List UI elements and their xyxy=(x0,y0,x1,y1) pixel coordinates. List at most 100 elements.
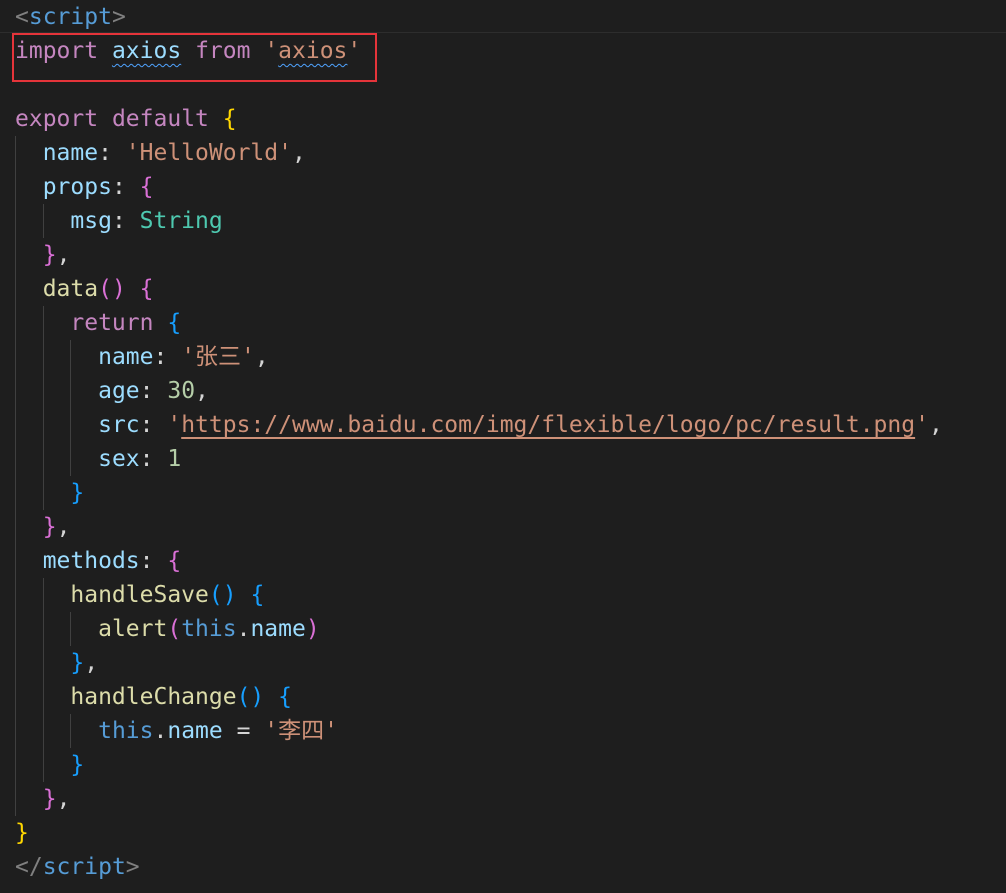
code-token: < xyxy=(15,4,29,30)
code-token: . xyxy=(153,718,168,744)
code-token: props xyxy=(42,174,112,200)
code-token: name xyxy=(42,140,99,166)
code-token: default xyxy=(111,106,209,132)
code-token: { xyxy=(167,310,182,336)
code-line[interactable]: </script> xyxy=(0,850,1006,884)
code-token: 30 xyxy=(167,378,196,404)
code-line[interactable]: msg: String xyxy=(0,204,1006,238)
code-line[interactable]: return { xyxy=(0,306,1006,340)
code-token: msg xyxy=(70,208,112,234)
code-token: name xyxy=(98,344,154,370)
code-line[interactable]: name: '张三', xyxy=(0,340,1006,374)
code-line[interactable]: } xyxy=(0,748,1006,782)
code-token: () xyxy=(98,276,126,302)
code-line[interactable]: handleChange() { xyxy=(0,680,1006,714)
code-line[interactable]: methods: { xyxy=(0,544,1006,578)
code-token: { xyxy=(250,582,265,608)
code-token: } xyxy=(70,480,85,506)
code-token: } xyxy=(42,514,57,540)
code-line[interactable]: sex: 1 xyxy=(0,442,1006,476)
code-token: { xyxy=(139,276,154,302)
code-token: { xyxy=(167,548,182,574)
code-line[interactable]: }, xyxy=(0,238,1006,272)
code-line[interactable]: <script> xyxy=(0,0,1006,34)
code-token: '李四' xyxy=(264,718,338,744)
code-token: 1 xyxy=(167,446,182,472)
code-token: sex xyxy=(98,446,140,472)
code-token: '张三' xyxy=(181,344,255,370)
code-token: , xyxy=(84,650,99,676)
code-line[interactable]: export default { xyxy=(0,102,1006,136)
code-token: this xyxy=(181,616,237,642)
code-token: script xyxy=(28,4,112,30)
code-line[interactable]: age: 30, xyxy=(0,374,1006,408)
code-token: age xyxy=(98,378,140,404)
code-token: { xyxy=(139,174,154,200)
code-token: > xyxy=(111,4,126,30)
code-token: : xyxy=(139,378,168,404)
code-token: : xyxy=(139,412,168,438)
code-token: </ xyxy=(15,854,43,880)
code-token: String xyxy=(139,208,223,234)
code-token: > xyxy=(125,854,140,880)
code-line[interactable]: } xyxy=(0,816,1006,850)
code-line[interactable]: src: 'https://www.baidu.com/img/flexible… xyxy=(0,408,1006,442)
code-token: ' xyxy=(167,412,182,438)
code-token: export xyxy=(15,106,99,132)
code-token: src xyxy=(98,412,140,438)
code-token: alert xyxy=(98,616,168,642)
code-token: script xyxy=(42,854,126,880)
code-token: () xyxy=(236,684,265,710)
code-token: ' xyxy=(915,412,929,438)
code-token: : xyxy=(111,174,140,200)
code-token: name xyxy=(167,718,223,744)
code-token: } xyxy=(42,242,57,268)
code-token: : xyxy=(98,140,126,166)
code-line[interactable]: props: { xyxy=(0,170,1006,204)
code-token: . xyxy=(236,616,251,642)
code-line[interactable]: } xyxy=(0,476,1006,510)
code-line[interactable]: alert(this.name) xyxy=(0,612,1006,646)
code-token: = xyxy=(222,718,265,744)
import-highlight-box xyxy=(12,33,377,82)
code-token: : xyxy=(111,208,140,234)
code-token: ( xyxy=(167,616,182,642)
code-token: methods xyxy=(42,548,140,574)
code-line[interactable]: this.name = '李四' xyxy=(0,714,1006,748)
code-line[interactable]: handleSave() { xyxy=(0,578,1006,612)
code-line[interactable]: data() { xyxy=(0,272,1006,306)
code-line[interactable]: }, xyxy=(0,782,1006,816)
code-line[interactable]: }, xyxy=(0,646,1006,680)
code-token: , xyxy=(56,786,71,812)
code-token: return xyxy=(70,310,154,336)
code-token: : xyxy=(139,548,168,574)
code-token: , xyxy=(254,344,269,370)
code-token: { xyxy=(278,684,292,710)
code-line[interactable]: }, xyxy=(0,510,1006,544)
code-editor[interactable]: <script> import axios from 'axios' export … xyxy=(0,0,1006,893)
code-token: ) xyxy=(305,616,320,642)
code-line[interactable]: name: 'HelloWorld', xyxy=(0,136,1006,170)
code-token: data xyxy=(42,276,99,302)
code-token: name xyxy=(250,616,306,642)
code-token: , xyxy=(195,378,209,404)
code-token: , xyxy=(291,140,306,166)
